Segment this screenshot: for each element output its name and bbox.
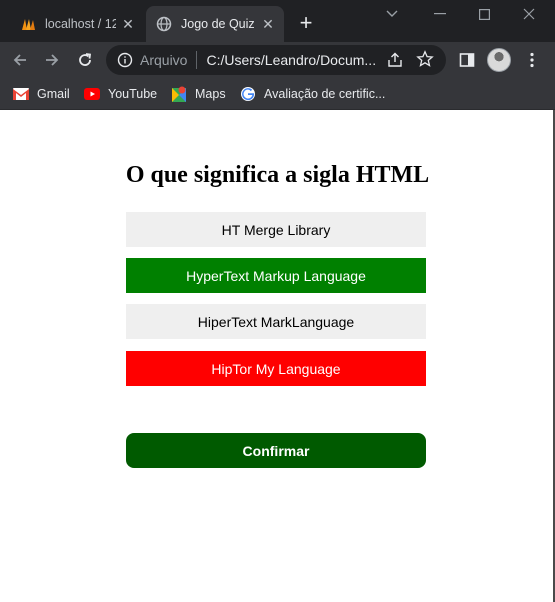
quiz-page: O que significa a sigla HTML HT Merge Li… [0, 110, 555, 602]
gmail-icon [13, 86, 29, 102]
tab-title: localhost / 12 [45, 17, 116, 31]
bookmark-label: YouTube [108, 87, 158, 101]
bookmark-maps[interactable]: Maps [171, 82, 226, 106]
reload-button[interactable] [71, 46, 99, 74]
address-bar[interactable]: Arquivo C:/Users/Leandro/Docum... [106, 45, 446, 75]
close-tab-icon[interactable]: ✕ [120, 16, 136, 32]
minimize-button[interactable] [418, 0, 462, 28]
globe-icon [156, 16, 172, 32]
tab-localhost[interactable]: localhost / 12 ✕ [10, 6, 144, 42]
maximize-button[interactable] [462, 0, 506, 28]
bookmark-youtube[interactable]: YouTube [84, 82, 157, 106]
omnibox-divider [196, 51, 198, 69]
answer-option-3[interactable]: HiperText MarkLanguage [126, 304, 426, 339]
back-button[interactable] [6, 46, 34, 74]
new-tab-button[interactable]: + [294, 12, 318, 36]
tab-strip: localhost / 12 ✕ Jogo de Quiz ✕ + [0, 0, 555, 42]
side-panel-icon[interactable] [457, 50, 477, 70]
answer-option-2[interactable]: HyperText Markup Language [126, 258, 426, 293]
bookmark-label: Maps [195, 87, 226, 101]
share-icon[interactable] [386, 51, 404, 69]
info-icon[interactable] [116, 51, 134, 69]
url-scheme: Arquivo [140, 52, 188, 68]
browser-toolbar: Arquivo C:/Users/Leandro/Docum... [0, 42, 555, 78]
close-tab-icon[interactable]: ✕ [260, 16, 276, 32]
tab-jogo-de-quiz[interactable]: Jogo de Quiz ✕ [146, 6, 284, 42]
browser-chrome: localhost / 12 ✕ Jogo de Quiz ✕ + Arquiv… [0, 0, 555, 110]
maps-icon [171, 86, 187, 102]
kebab-menu-icon[interactable] [522, 50, 542, 70]
question-title: O que significa a sigla HTML [125, 162, 430, 188]
tab-search-icon[interactable] [370, 0, 414, 28]
bookmark-gmail[interactable]: Gmail [13, 82, 70, 106]
profile-avatar[interactable] [487, 48, 511, 72]
bookmark-star-icon[interactable] [416, 50, 434, 68]
phpmyadmin-icon [20, 16, 36, 32]
bookmarks-bar: Gmail YouTube Maps Avaliação de certific… [0, 78, 555, 110]
forward-button[interactable] [38, 46, 66, 74]
confirm-button[interactable]: Confirmar [126, 433, 426, 468]
url-text[interactable]: C:/Users/Leandro/Docum... [206, 52, 376, 68]
google-icon [240, 86, 256, 102]
answer-option-4[interactable]: HipTor My Language [126, 351, 426, 386]
bookmark-avaliacao[interactable]: Avaliação de certific... [240, 82, 385, 106]
youtube-icon [84, 86, 100, 102]
close-window-button[interactable] [507, 0, 551, 28]
bookmark-label: Gmail [37, 87, 70, 101]
answer-option-1[interactable]: HT Merge Library [126, 212, 426, 247]
tab-title: Jogo de Quiz [181, 17, 255, 31]
bookmark-label: Avaliação de certific... [264, 87, 386, 101]
